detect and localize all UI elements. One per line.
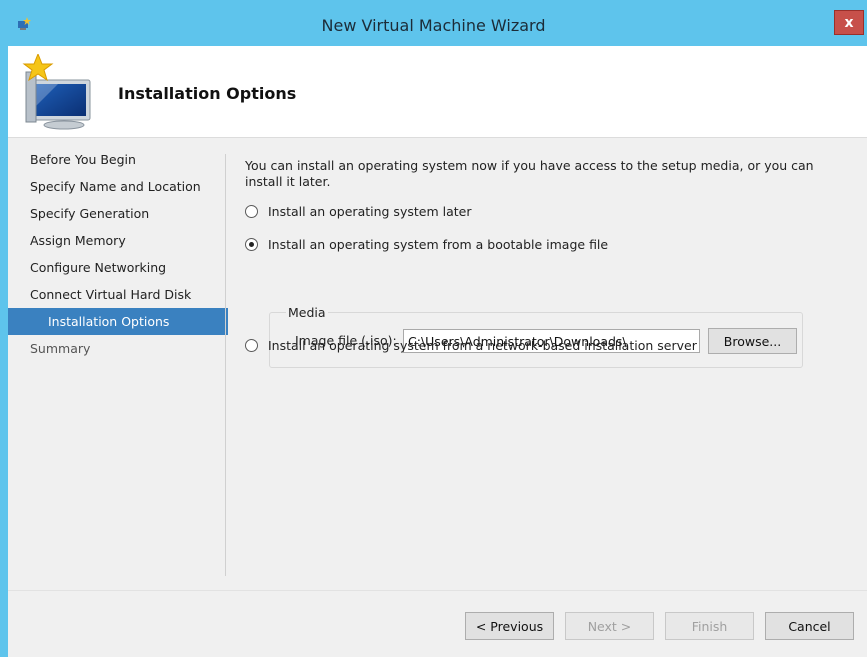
browse-button[interactable]: Browse... [708,328,797,354]
step-specify-generation[interactable]: Specify Generation [8,200,228,227]
step-connect-virtual-hard-disk[interactable]: Connect Virtual Hard Disk [8,281,228,308]
wizard-window: New Virtual Machine Wizard x Installatio… [0,0,867,657]
finish-button[interactable]: Finish [665,612,754,640]
close-button[interactable]: x [834,10,864,35]
option-network-server[interactable]: Install an operating system from a netwo… [245,338,697,353]
option-network-server-label: Install an operating system from a netwo… [268,338,697,353]
intro-text: You can install an operating system now … [245,158,814,189]
cancel-button[interactable]: Cancel [765,612,854,640]
wizard-header: Installation Options [8,46,867,138]
media-group-label: Media [286,305,328,320]
previous-button[interactable]: < Previous [465,612,554,640]
radio-network-server[interactable] [245,339,258,352]
window-title: New Virtual Machine Wizard [321,16,546,35]
page-title: Installation Options [118,84,297,103]
radio-bootable-image[interactable] [245,238,258,251]
option-install-later-label: Install an operating system later [268,204,472,219]
step-installation-options[interactable]: Installation Options [8,308,228,335]
wizard-client-area: Installation Options Before You Begin Sp… [8,46,867,657]
nav-divider [225,154,226,576]
option-bootable-image[interactable]: Install an operating system from a boota… [245,237,608,252]
option-bootable-image-label: Install an operating system from a boota… [268,237,609,252]
radio-install-later[interactable] [245,205,258,218]
step-before-you-begin[interactable]: Before You Begin [8,146,228,173]
step-configure-networking[interactable]: Configure Networking [8,254,228,281]
wizard-steps-nav: Before You Begin Specify Name and Locati… [8,146,228,362]
title-bar: New Virtual Machine Wizard x [0,0,867,46]
step-specify-name-and-location[interactable]: Specify Name and Location [8,173,228,200]
monitor-star-icon [22,54,91,130]
step-assign-memory[interactable]: Assign Memory [8,227,228,254]
step-summary[interactable]: Summary [8,335,228,362]
footer-divider [8,590,867,591]
next-button[interactable]: Next > [565,612,654,640]
option-install-later[interactable]: Install an operating system later [245,204,471,219]
main-content: You can install an operating system now … [245,158,845,368]
close-icon: x [844,14,854,31]
